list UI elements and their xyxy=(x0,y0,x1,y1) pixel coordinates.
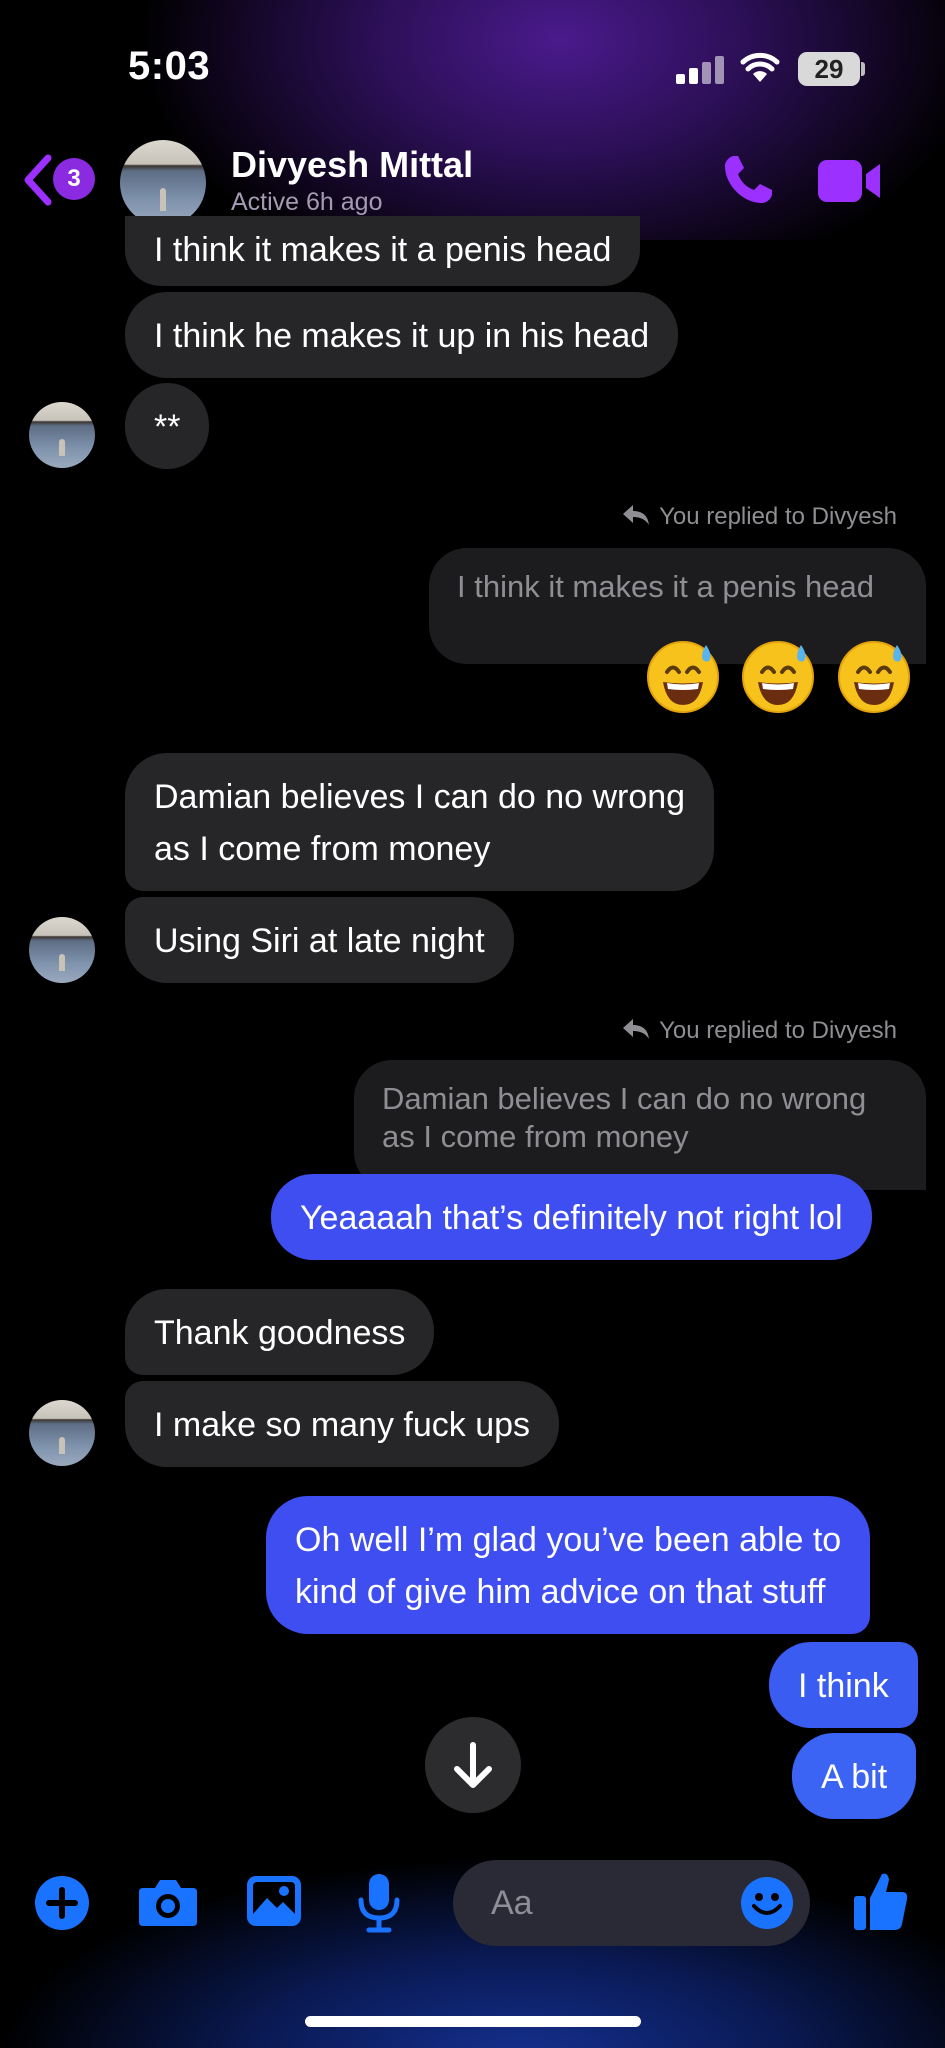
sender-avatar[interactable] xyxy=(29,1400,95,1466)
incoming-message[interactable]: I think it makes it a penis head xyxy=(125,216,641,286)
sweat-smile-emoji-icon xyxy=(742,641,814,713)
microphone-icon[interactable] xyxy=(356,1872,402,1934)
quoted-text-line: as I come from money xyxy=(382,1119,689,1154)
cellular-signal-icon xyxy=(676,54,726,84)
contact-active-status: Active 6h ago xyxy=(231,188,383,216)
reply-arrow-icon xyxy=(623,505,650,525)
incoming-message[interactable]: I make so many fuck ups xyxy=(125,1381,560,1467)
message-text-line: Damian believes I can do no wrong xyxy=(154,778,686,816)
outgoing-message[interactable]: Oh well I’m glad you’ve been able to kin… xyxy=(266,1496,871,1634)
photo-icon[interactable] xyxy=(245,1874,303,1928)
message-input[interactable] xyxy=(489,1880,723,1926)
arrow-down-icon xyxy=(454,1742,492,1788)
message-text: Yeaaaah that’s definitely not right lol xyxy=(300,1199,843,1237)
sender-avatar[interactable] xyxy=(29,917,95,983)
message-text-line: Oh well I’m glad you’ve been able to xyxy=(295,1521,842,1559)
message-text: I think xyxy=(798,1667,889,1705)
outgoing-message[interactable]: Yeaaaah that’s definitely not right lol xyxy=(271,1174,872,1260)
home-indicator[interactable] xyxy=(305,2016,641,2027)
incoming-message[interactable]: Using Siri at late night xyxy=(125,897,514,983)
battery-level: 29 xyxy=(814,54,844,84)
quoted-text: I think it makes it a penis head xyxy=(457,569,875,604)
emoji-icon[interactable] xyxy=(740,1876,794,1930)
sweat-smile-emoji-icon xyxy=(647,641,719,713)
message-text: I make so many fuck ups xyxy=(154,1406,531,1444)
message-text: I think it makes it a penis head xyxy=(154,231,612,269)
plus-icon[interactable] xyxy=(34,1875,90,1931)
message-text: Using Siri at late night xyxy=(154,922,485,960)
quoted-text-line: Damian believes I can do no wrong xyxy=(382,1081,867,1116)
reply-context-label: You replied to Divyesh xyxy=(621,1017,897,1045)
contact-name[interactable]: Divyesh Mittal xyxy=(231,144,473,186)
incoming-message[interactable]: I think he makes it up in his head xyxy=(125,292,679,378)
sender-avatar[interactable] xyxy=(29,402,95,468)
sweat-smile-emoji-icon xyxy=(838,641,910,713)
battery-tip xyxy=(861,62,865,76)
messenger-chat-screen: 5:03 29 3 Divyesh Mittal Active 6h ago I… xyxy=(0,0,945,2048)
back-chevron-icon[interactable] xyxy=(18,152,58,208)
thumbs-up-icon[interactable] xyxy=(852,1870,910,1932)
reply-arrow-icon xyxy=(623,1019,650,1039)
message-text-line: kind of give him advice on that stuff xyxy=(295,1573,826,1611)
outgoing-message[interactable]: I think xyxy=(769,1642,918,1728)
battery-indicator: 29 xyxy=(798,52,860,86)
camera-icon[interactable] xyxy=(137,1876,199,1928)
message-text: ** xyxy=(154,408,181,446)
reply-context-text: You replied to Divyesh xyxy=(659,1017,897,1044)
unread-count-badge[interactable]: 3 xyxy=(53,158,95,200)
message-text: A bit xyxy=(821,1758,888,1796)
reply-context-label: You replied to Divyesh xyxy=(621,503,897,531)
video-camera-icon[interactable] xyxy=(816,158,882,204)
wifi-icon xyxy=(740,52,780,82)
message-text: Thank goodness xyxy=(154,1314,406,1352)
scroll-to-bottom-button[interactable] xyxy=(425,1717,521,1813)
phone-icon[interactable] xyxy=(720,152,776,208)
incoming-message[interactable]: Damian believes I can do no wrong as I c… xyxy=(125,753,715,891)
incoming-message[interactable]: Thank goodness xyxy=(125,1289,435,1375)
status-time: 5:03 xyxy=(128,44,211,88)
outgoing-message[interactable]: A bit xyxy=(792,1733,917,1819)
quoted-message[interactable]: Damian believes I can do no wrong as I c… xyxy=(354,1060,926,1190)
reply-context-text: You replied to Divyesh xyxy=(659,503,897,530)
incoming-message[interactable]: ** xyxy=(125,383,210,469)
message-text-line: as I come from money xyxy=(154,830,491,868)
message-input-container[interactable] xyxy=(453,1860,810,1946)
contact-avatar[interactable] xyxy=(120,140,206,226)
message-text: I think he makes it up in his head xyxy=(154,317,650,355)
